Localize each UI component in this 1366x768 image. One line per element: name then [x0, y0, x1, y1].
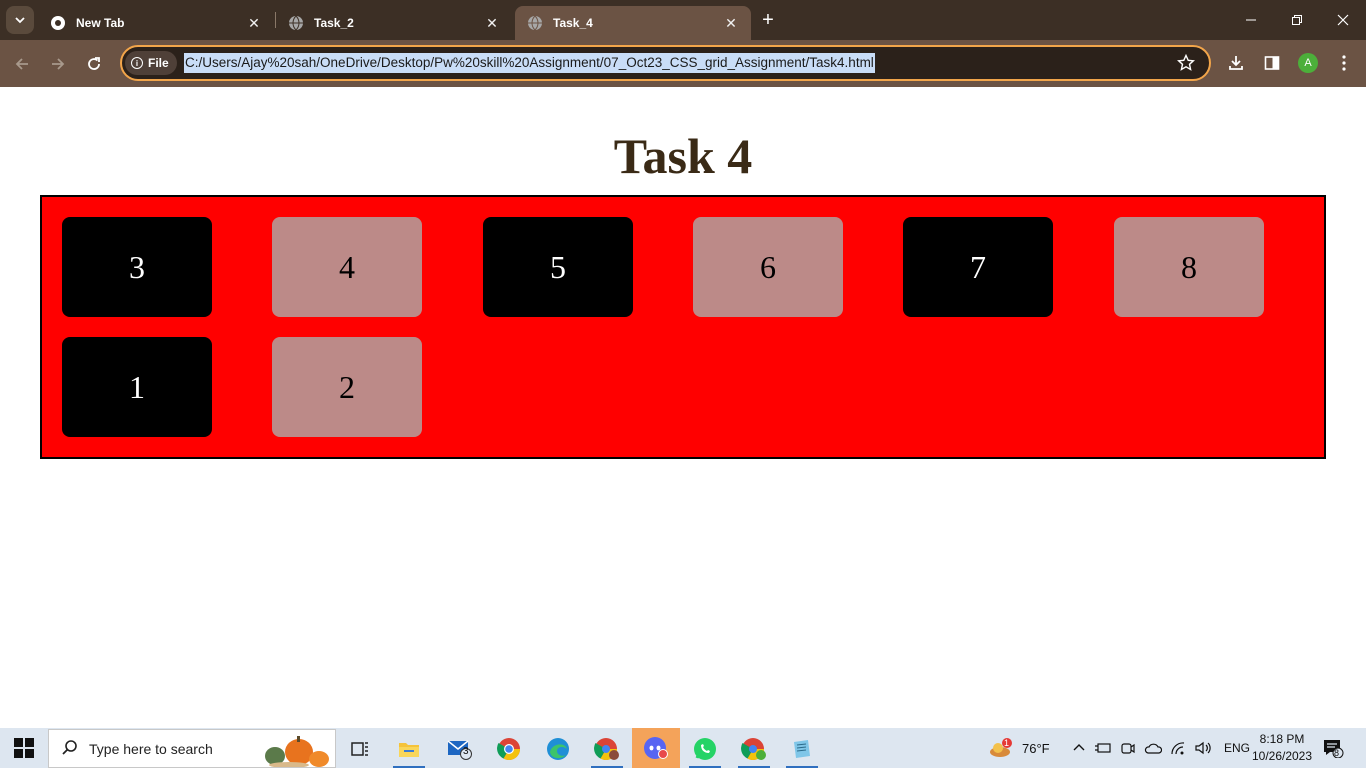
- device-icon[interactable]: [1094, 741, 1112, 755]
- start-button[interactable]: [14, 738, 34, 758]
- chrome-user-icon: [741, 738, 766, 760]
- notification-icon: [1324, 740, 1344, 758]
- search-placeholder: Type here to search: [89, 741, 213, 757]
- taskbar-chrome[interactable]: [487, 732, 531, 766]
- taskbar-whatsapp[interactable]: [683, 732, 727, 768]
- side-panel-button[interactable]: [1260, 51, 1284, 75]
- meet-now-icon[interactable]: [1120, 740, 1136, 756]
- grid-item: 4: [272, 217, 422, 317]
- reload-button[interactable]: [82, 52, 106, 76]
- kebab-menu-icon: [1342, 55, 1346, 71]
- windows-logo-icon: [25, 749, 34, 758]
- pumpkins-illustration-icon: [265, 736, 329, 767]
- clock-date: 10/26/2023: [1251, 749, 1313, 763]
- side-panel-icon: [1264, 56, 1280, 70]
- search-icon: [62, 740, 77, 755]
- grid-item: 8: [1114, 217, 1264, 317]
- close-window-button[interactable]: [1320, 0, 1366, 40]
- downloads-button[interactable]: [1224, 51, 1248, 75]
- tab-label: Task_2: [314, 16, 354, 30]
- grid-item: 7: [903, 217, 1053, 317]
- grid-item: 3: [62, 217, 212, 317]
- chrome-icon: [51, 16, 65, 30]
- grid-container: 3 4 5 6 7 8 1 2: [40, 195, 1326, 459]
- taskbar-discord[interactable]: [632, 728, 680, 768]
- notepad-icon: [794, 740, 810, 758]
- chrome-icon: [497, 738, 520, 760]
- chevron-down-icon: [15, 17, 25, 24]
- clock-time: 8:18 PM: [1259, 732, 1305, 746]
- volume-icon[interactable]: [1194, 741, 1212, 755]
- edge-icon: [547, 738, 569, 760]
- close-icon: [1337, 14, 1349, 26]
- arrow-right-icon: [52, 58, 65, 70]
- weather-badge: 1: [1004, 738, 1010, 748]
- taskbar-notepad[interactable]: [780, 732, 824, 768]
- bookmark-star-button[interactable]: [1174, 51, 1198, 75]
- grid-item: 6: [693, 217, 843, 317]
- taskbar-file-explorer[interactable]: [387, 732, 431, 768]
- task-view-button[interactable]: [338, 732, 382, 766]
- tab-label: Task_4: [553, 16, 593, 30]
- temperature: 76°F: [1022, 740, 1050, 756]
- clock[interactable]: 8:18 PM 10/26/2023: [1244, 731, 1320, 765]
- notification-center-button[interactable]: 8: [1322, 728, 1344, 768]
- grid-item: 1: [62, 337, 212, 437]
- globe-icon: [289, 15, 303, 31]
- close-tab-icon[interactable]: ✕: [246, 15, 262, 31]
- reload-icon: [88, 57, 100, 70]
- folder-icon: [399, 743, 419, 757]
- tab-new-tab[interactable]: New Tab ✕: [38, 6, 274, 40]
- profile-avatar[interactable]: A: [1298, 53, 1318, 73]
- grid-item: 2: [272, 337, 422, 437]
- taskbar-chrome-profile[interactable]: [585, 732, 629, 768]
- tab-task-2[interactable]: Task_2 ✕: [276, 6, 512, 40]
- download-icon: [1229, 56, 1243, 70]
- whatsapp-icon: [694, 738, 716, 760]
- mail-badge: 3: [463, 746, 469, 757]
- taskbar-mail[interactable]: 3: [438, 732, 482, 766]
- mail-icon: [447, 740, 472, 760]
- star-icon: [1177, 54, 1195, 71]
- windows-logo-icon: [14, 749, 23, 758]
- taskbar-chrome-active[interactable]: [732, 732, 776, 768]
- close-tab-icon[interactable]: ✕: [484, 15, 500, 31]
- restore-icon: [1292, 15, 1302, 25]
- task-view-icon: [351, 742, 368, 756]
- page-title: Task 4: [613, 128, 753, 184]
- restore-button[interactable]: [1274, 0, 1320, 40]
- back-button[interactable]: [10, 52, 34, 76]
- windows-logo-icon: [14, 738, 23, 747]
- browser-menu-button[interactable]: [1332, 51, 1356, 75]
- onedrive-cloud-icon[interactable]: [1144, 741, 1162, 755]
- chevron-up-icon[interactable]: [1072, 741, 1086, 755]
- wifi-icon[interactable]: [1170, 741, 1186, 755]
- weather-widget[interactable]: 1 76°F: [988, 728, 1050, 768]
- info-icon: i: [131, 57, 143, 69]
- close-tab-icon[interactable]: ✕: [723, 15, 739, 31]
- chrome-profile-icon: [594, 738, 619, 760]
- globe-icon: [528, 15, 542, 31]
- new-tab-button[interactable]: +: [756, 8, 780, 32]
- system-tray: ENG: [1072, 728, 1250, 768]
- site-info-chip[interactable]: i File: [125, 51, 177, 75]
- taskbar-edge[interactable]: [536, 732, 580, 766]
- site-info-label: File: [148, 56, 169, 70]
- discord-icon: [644, 737, 668, 759]
- taskbar-search-box[interactable]: Type here to search: [48, 729, 336, 768]
- minimize-button[interactable]: [1228, 0, 1274, 40]
- forward-button[interactable]: [46, 52, 70, 76]
- tab-label: New Tab: [76, 16, 125, 30]
- minimize-icon: [1246, 19, 1256, 21]
- weather-icon: [990, 738, 1012, 757]
- windows-logo-icon: [25, 738, 34, 747]
- grid-item: 5: [483, 217, 633, 317]
- tab-search-button[interactable]: [6, 6, 34, 34]
- tab-task-4[interactable]: Task_4 ✕: [515, 6, 751, 40]
- url-text[interactable]: C:/Users/Ajay%20sah/OneDrive/Desktop/Pw%…: [184, 53, 875, 73]
- notification-badge: 8: [1334, 748, 1340, 758]
- arrow-left-icon: [15, 58, 28, 70]
